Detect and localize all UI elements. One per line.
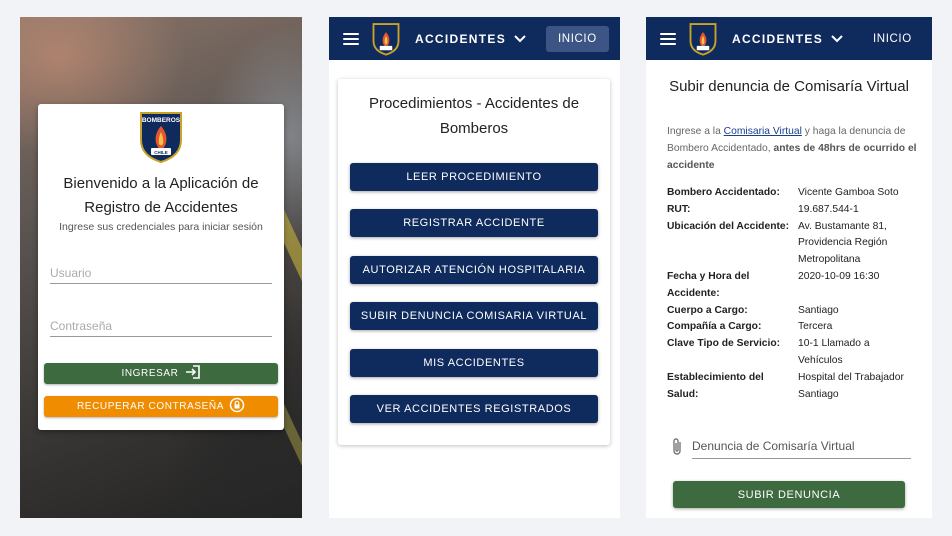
upload-title: Subir denuncia de Comisaría Virtual bbox=[669, 78, 909, 95]
top-navbar: ACCIDENTES INICIO bbox=[329, 17, 620, 60]
accidentes-label: ACCIDENTES bbox=[415, 31, 507, 46]
my-accidents-button[interactable]: MIS ACCIDENTES bbox=[350, 349, 598, 377]
submit-complaint-button[interactable]: SUBIR DENUNCIA bbox=[673, 481, 905, 508]
accident-details: Bombero Accidentado: Vicente Gamboa Soto… bbox=[667, 185, 917, 403]
procedures-title: Procedimientos - Accidentes de Bomberos bbox=[368, 95, 580, 137]
detail-row: Clave Tipo de Servicio: 10-1 Llamado a V… bbox=[667, 338, 870, 366]
detail-row: Fecha y Hora del Accidente: 2020-10-09 1… bbox=[667, 270, 880, 299]
svg-text:BOMBEROS: BOMBEROS bbox=[142, 117, 181, 124]
comisaria-virtual-link[interactable]: Comisaria Virtual bbox=[724, 126, 802, 137]
detail-row: Ubicación del Accidente: Av. Bustamante … bbox=[667, 220, 888, 266]
paperclip-icon[interactable] bbox=[670, 437, 692, 459]
accidentes-dropdown[interactable]: ACCIDENTES bbox=[415, 32, 526, 46]
inicio-button[interactable]: INICIO bbox=[861, 26, 924, 52]
view-registered-accidents-button[interactable]: VER ACCIDENTES REGISTRADOS bbox=[350, 395, 598, 423]
bomberos-logo[interactable] bbox=[688, 22, 718, 56]
register-accident-button[interactable]: REGISTRAR ACCIDENTE bbox=[350, 209, 598, 237]
upload-complaint-screen: ACCIDENTES INICIO Subir denuncia de Comi… bbox=[646, 17, 932, 518]
login-card: BOMBEROS CHILE Bienvenido a la Aplicació… bbox=[38, 104, 284, 430]
hamburger-menu-icon[interactable] bbox=[343, 32, 359, 45]
detail-row: RUT: 19.687.544-1 bbox=[667, 203, 859, 215]
welcome-title: Bienvenido a la Aplicación de Registro d… bbox=[63, 175, 259, 216]
lock-reset-icon bbox=[229, 397, 245, 416]
file-upload-row: Denuncia de Comisaría Virtual bbox=[670, 435, 911, 459]
detail-row: Bombero Accidentado: Vicente Gamboa Soto bbox=[667, 187, 899, 198]
login-button[interactable]: INGRESAR bbox=[44, 363, 278, 384]
authorize-hospital-button[interactable]: AUTORIZAR ATENCIÓN HOSPITALARIA bbox=[350, 256, 598, 284]
chevron-down-icon bbox=[831, 32, 843, 46]
read-procedure-button[interactable]: LEER PROCEDIMIENTO bbox=[350, 163, 598, 191]
complaint-file-input[interactable]: Denuncia de Comisaría Virtual bbox=[692, 435, 911, 459]
bomberos-logo: BOMBEROS CHILE bbox=[137, 110, 185, 164]
login-screen: BOMBEROS CHILE Bienvenido a la Aplicació… bbox=[20, 17, 302, 518]
svg-text:CHILE: CHILE bbox=[154, 150, 168, 155]
upload-instructions: Ingrese a la Comisaria Virtual y haga la… bbox=[667, 126, 917, 171]
procedures-screen: ACCIDENTES INICIO Procedimientos - Accid… bbox=[329, 17, 620, 518]
top-navbar: ACCIDENTES INICIO bbox=[646, 17, 932, 60]
recover-password-label: RECUPERAR CONTRASEÑA bbox=[76, 401, 225, 412]
chevron-down-icon bbox=[514, 32, 526, 46]
login-icon bbox=[185, 364, 201, 383]
login-subtitle: Ingrese sus credenciales para iniciar se… bbox=[59, 221, 263, 233]
upload-complaint-button[interactable]: SUBIR DENUNCIA COMISARIA VIRTUAL bbox=[350, 302, 598, 330]
password-field[interactable]: Contraseña bbox=[50, 315, 272, 337]
recover-password-button[interactable]: RECUPERAR CONTRASEÑA bbox=[44, 396, 278, 417]
procedures-card: Procedimientos - Accidentes de Bomberos … bbox=[338, 79, 610, 445]
accidentes-label: ACCIDENTES bbox=[732, 31, 824, 46]
login-button-label: INGRESAR bbox=[121, 368, 179, 379]
username-field[interactable]: Usuario bbox=[50, 262, 272, 284]
hamburger-menu-icon[interactable] bbox=[660, 32, 676, 45]
detail-row: Cuerpo a Cargo: Santiago bbox=[667, 304, 839, 316]
inicio-button[interactable]: INICIO bbox=[546, 25, 609, 52]
accidentes-dropdown[interactable]: ACCIDENTES bbox=[732, 32, 843, 46]
detail-row: Compañía a Cargo: Tercera bbox=[667, 321, 833, 333]
bomberos-logo[interactable] bbox=[371, 22, 401, 56]
detail-row: Establecimiento del Salud: Hospital del … bbox=[667, 371, 904, 400]
